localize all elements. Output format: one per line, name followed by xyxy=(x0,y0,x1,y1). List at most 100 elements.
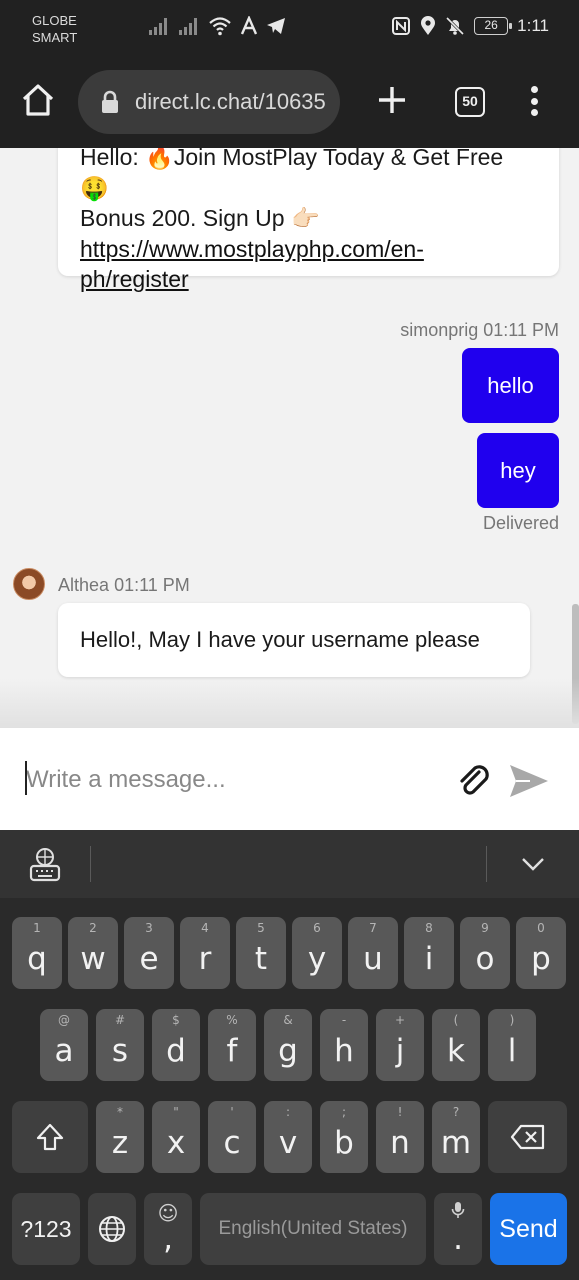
customer-author: simonprig xyxy=(400,320,479,340)
key-label: r xyxy=(198,941,212,977)
promo-text-line-2: Bonus 200. Sign Up 👉🏻 xyxy=(80,205,320,231)
key-t[interactable]: 5t xyxy=(236,917,286,989)
sent-bubble-hello: hello xyxy=(462,348,559,423)
shift-icon xyxy=(36,1123,64,1151)
key-z[interactable]: * z xyxy=(96,1101,144,1173)
location-icon xyxy=(421,16,436,35)
key-hint: ) xyxy=(509,1013,515,1027)
promo-text-line-1: Hello: 🔥Join MostPlay Today & Get Free 🤑 xyxy=(80,148,504,201)
shift-key[interactable] xyxy=(12,1101,88,1173)
url-text: direct.lc.chat/10635 xyxy=(135,89,326,114)
key-k[interactable]: (k xyxy=(432,1009,480,1081)
carrier-line-1: GLOBE xyxy=(32,13,77,28)
key-label: x xyxy=(166,1125,186,1161)
agent-promo-message: Hello: 🔥Join MostPlay Today & Get Free 🤑… xyxy=(58,148,559,292)
key-p[interactable]: 0p xyxy=(516,917,566,989)
tab-switcher-button[interactable]: 50 xyxy=(455,87,485,117)
key-label: o xyxy=(475,941,495,977)
key-hint: ? xyxy=(452,1105,460,1119)
key-b[interactable]: ; b xyxy=(320,1101,368,1173)
carrier-label: GLOBE SMART xyxy=(32,12,77,46)
send-arrow-icon[interactable] xyxy=(508,762,550,800)
key-a[interactable]: @ a xyxy=(40,1009,88,1081)
font-a-icon xyxy=(240,16,258,35)
key-j[interactable]: + j xyxy=(376,1009,424,1081)
key-label: a xyxy=(54,1033,74,1069)
key-y[interactable]: 6y xyxy=(292,917,342,989)
key-hint: 7 xyxy=(369,921,377,935)
agent-avatar xyxy=(13,568,45,600)
key-hint: 9 xyxy=(481,921,489,935)
key-label: g xyxy=(278,1033,298,1069)
key-l[interactable]: ) l xyxy=(488,1009,536,1081)
key-u[interactable]: 7u xyxy=(348,917,398,989)
mute-bell-icon xyxy=(446,16,465,36)
key-hint: 1 xyxy=(33,921,41,935)
agent-author: Althea xyxy=(58,575,110,595)
browser-toolbar: direct.lc.chat/10635 50 xyxy=(0,58,579,148)
chevron-down-icon[interactable] xyxy=(520,854,546,874)
key-c[interactable]: ' c xyxy=(208,1101,256,1173)
key-label: j xyxy=(395,1033,405,1069)
key-d[interactable]: $ d xyxy=(152,1009,200,1081)
home-icon[interactable] xyxy=(20,82,56,118)
key-hint: + xyxy=(394,1013,406,1027)
key-q[interactable]: 1q xyxy=(12,917,62,989)
agent-message-meta: Althea 01:11 PM xyxy=(58,575,190,596)
promo-link-line-2[interactable]: ph/register xyxy=(80,264,537,295)
key-o[interactable]: 9o xyxy=(460,917,510,989)
backspace-key[interactable] xyxy=(488,1101,567,1173)
key-hint: ! xyxy=(397,1105,403,1119)
new-tab-icon[interactable] xyxy=(374,82,410,118)
key-label: p xyxy=(531,941,551,977)
key-label: s xyxy=(111,1033,129,1069)
key-label: z xyxy=(111,1125,129,1161)
wifi-icon xyxy=(209,17,231,36)
key-f[interactable]: % f xyxy=(208,1009,256,1081)
sent-bubble-hey: hey xyxy=(477,433,559,508)
send-key[interactable]: Send xyxy=(490,1193,567,1265)
key-g[interactable]: & g xyxy=(264,1009,312,1081)
key-label: n xyxy=(390,1125,410,1161)
comma-key[interactable]: ☺ , xyxy=(144,1193,192,1265)
key-v[interactable]: :v xyxy=(264,1101,312,1173)
overflow-menu-icon[interactable] xyxy=(524,86,544,120)
promo-link-line-1[interactable]: https://www.mostplayphp.com/en- xyxy=(80,234,537,265)
paperclip-icon[interactable] xyxy=(455,762,493,800)
key-s[interactable]: # s xyxy=(96,1009,144,1081)
key-hint: $ xyxy=(172,1013,180,1027)
key-label: b xyxy=(334,1125,354,1161)
customer-message-meta: simonprig 01:11 PM xyxy=(400,320,559,341)
key-label: e xyxy=(139,941,159,977)
key-m[interactable]: ? m xyxy=(432,1101,480,1173)
address-bar[interactable]: direct.lc.chat/10635 xyxy=(78,70,340,134)
key-hint: 3 xyxy=(145,921,153,935)
on-screen-keyboard: 1q 2w 3e 4r 5t 6y 7u 8i 9o 0p @ a # s $ d %… xyxy=(0,830,579,1280)
key-hint: & xyxy=(283,1013,293,1027)
message-input[interactable] xyxy=(26,760,426,800)
keyboard-settings-icon[interactable] xyxy=(28,846,62,882)
key-hint: 2 xyxy=(89,921,97,935)
space-key[interactable]: English(United States) xyxy=(200,1193,426,1265)
key-label: k xyxy=(447,1033,465,1069)
key-h[interactable]: -h xyxy=(320,1009,368,1081)
key-w[interactable]: 2w xyxy=(68,917,118,989)
signal-icon xyxy=(149,18,167,35)
message-composer xyxy=(0,728,579,830)
key-hint: 4 xyxy=(201,921,209,935)
key-x[interactable]: " x xyxy=(152,1101,200,1173)
keyboard-toolbar xyxy=(0,830,579,898)
key-r[interactable]: 4r xyxy=(180,917,230,989)
send-key-label: Send xyxy=(499,1214,558,1243)
language-key[interactable] xyxy=(88,1193,136,1265)
key-label: v xyxy=(278,1125,298,1161)
key-label: q xyxy=(27,941,47,977)
signal-icon xyxy=(179,18,197,35)
key-n[interactable]: ! n xyxy=(376,1101,424,1173)
delivery-status: Delivered xyxy=(482,513,559,533)
symbols-key[interactable]: ?123 xyxy=(12,1193,80,1265)
key-label: l xyxy=(507,1033,517,1069)
key-e[interactable]: 3e xyxy=(124,917,174,989)
period-key[interactable]: . xyxy=(434,1193,482,1265)
key-i[interactable]: 8i xyxy=(404,917,454,989)
